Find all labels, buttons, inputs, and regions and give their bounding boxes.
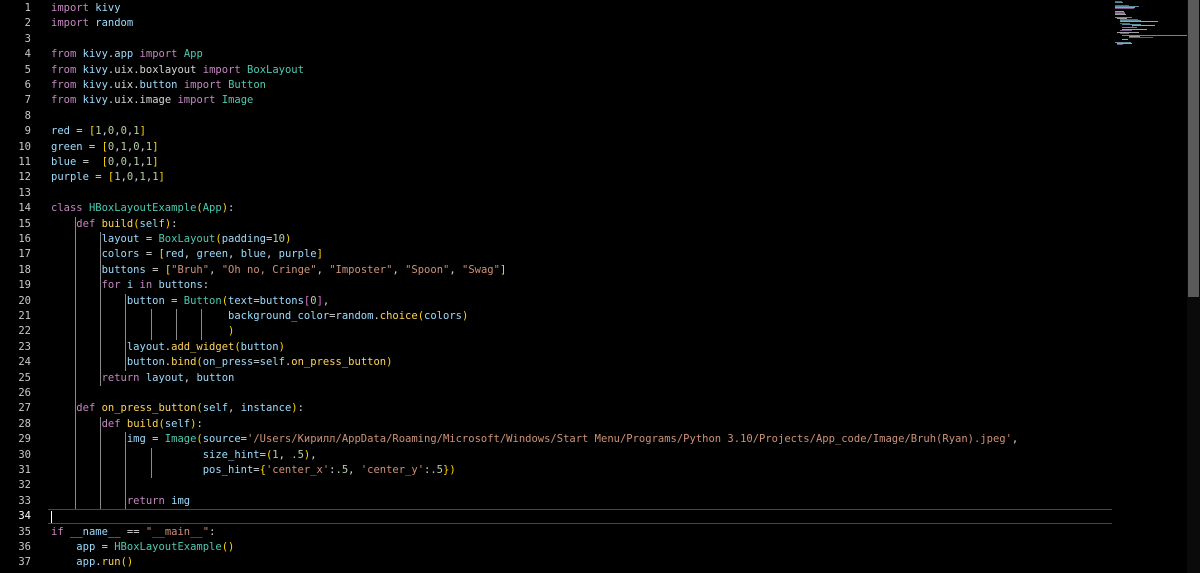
vertical-scrollbar[interactable] [1187, 0, 1200, 573]
minimap-line [1117, 44, 1123, 46]
code-line[interactable]: green = [0,1,0,1] [51, 140, 159, 155]
minimap-line [1115, 2, 1123, 4]
code-line[interactable]: size_hint=(1, .5), [51, 448, 317, 463]
line-number[interactable]: 8 [0, 109, 31, 124]
line-number[interactable]: 17 [0, 247, 31, 262]
line-number[interactable]: 26 [0, 386, 31, 401]
line-number[interactable]: 31 [0, 463, 31, 478]
line-number[interactable]: 6 [0, 78, 31, 93]
code-line[interactable]: from kivy.uix.boxlayout import BoxLayout [51, 63, 304, 78]
minimap-line [1115, 14, 1126, 16]
code-line[interactable]: return img [51, 494, 190, 509]
line-number[interactable]: 2 [0, 16, 31, 31]
line-number[interactable]: 22 [0, 324, 31, 339]
code-area[interactable]: import kivy import random from kivy.app im… [51, 0, 1111, 573]
code-line[interactable]: from kivy.uix.button import Button [51, 78, 266, 93]
code-line[interactable]: import random [51, 16, 133, 31]
line-number[interactable]: 27 [0, 401, 31, 416]
text-cursor [51, 511, 52, 523]
line-number[interactable]: 30 [0, 448, 31, 463]
code-line[interactable]: return layout, button [51, 371, 235, 386]
code-line[interactable]: button = Button(text=buttons[0], [51, 294, 329, 309]
line-number[interactable]: 36 [0, 540, 31, 555]
line-number[interactable]: 5 [0, 63, 31, 78]
code-line[interactable]: ) [51, 324, 234, 339]
code-line[interactable]: purple = [1,0,1,1] [51, 170, 165, 185]
code-line[interactable]: from kivy.app import App [51, 47, 203, 62]
code-line[interactable]: layout.add_widget(button) [51, 340, 285, 355]
code-line[interactable]: from kivy.uix.image import Image [51, 93, 253, 108]
code-line[interactable]: app.run() [51, 555, 133, 570]
line-number[interactable]: 3 [0, 32, 31, 47]
code-editor[interactable]: 1 2 3 4 5 6 7 8 9 10 11 12 13 14 15 16 17 18 19 20 21 22 23 24 2… [0, 0, 1200, 573]
minimap-line [1129, 37, 1154, 38]
line-number[interactable]: 1 [0, 1, 31, 16]
line-number[interactable]: 18 [0, 263, 31, 278]
code-line[interactable]: img = Image(source='/Users/Кирилл/AppDat… [51, 432, 1018, 447]
minimap-line [1115, 8, 1135, 10]
code-line[interactable]: layout = BoxLayout(padding=10) [51, 232, 292, 247]
minimap[interactable] [1113, 0, 1193, 573]
code-line[interactable]: app = HBoxLayoutExample() [51, 540, 234, 555]
line-number[interactable]: 20 [0, 294, 31, 309]
line-number[interactable]: 34 [0, 509, 31, 524]
line-number[interactable]: 9 [0, 124, 31, 139]
code-line[interactable]: background_color=random.choice(colors) [51, 309, 468, 324]
line-number[interactable]: 28 [0, 417, 31, 432]
code-line[interactable]: colors = [red, green, blue, purple] [51, 247, 323, 262]
line-number[interactable]: 33 [0, 494, 31, 509]
line-number[interactable]: 32 [0, 478, 31, 493]
code-line[interactable]: import kivy [51, 1, 121, 16]
code-line[interactable]: def build(self): [51, 217, 177, 232]
line-number[interactable]: 10 [0, 140, 31, 155]
line-number[interactable]: 14 [0, 201, 31, 216]
code-line[interactable]: for i in buttons: [51, 278, 210, 293]
code-line[interactable]: blue = [0,0,1,1] [51, 155, 159, 170]
code-line[interactable]: def build(self): [51, 417, 203, 432]
minimap-line [1131, 25, 1155, 26]
line-number-gutter[interactable]: 1 2 3 4 5 6 7 8 9 10 11 12 13 14 15 16 17 18 19 20 21 22 23 24 2… [0, 0, 38, 573]
code-line[interactable]: if __name__ == "__main__": [51, 525, 215, 540]
line-number[interactable]: 7 [0, 93, 31, 108]
line-number[interactable]: 15 [0, 217, 31, 232]
line-number[interactable]: 24 [0, 355, 31, 370]
line-number[interactable]: 11 [0, 155, 31, 170]
line-number[interactable]: 16 [0, 232, 31, 247]
line-number[interactable]: 37 [0, 555, 31, 570]
line-number[interactable]: 19 [0, 278, 31, 293]
code-line[interactable]: red = [1,0,0,1] [51, 124, 146, 139]
minimap-line [1122, 39, 1129, 41]
code-line[interactable]: button.bind(on_press=self.on_press_butto… [51, 355, 393, 370]
line-number[interactable]: 35 [0, 525, 31, 540]
code-line[interactable]: class HBoxLayoutExample(App): [51, 201, 234, 216]
line-number[interactable]: 25 [0, 371, 31, 386]
line-number[interactable]: 4 [0, 47, 31, 62]
line-number[interactable]: 23 [0, 340, 31, 355]
line-number[interactable]: 13 [0, 186, 31, 201]
scrollbar-thumb[interactable] [1188, 0, 1199, 297]
minimap-line [1119, 29, 1133, 31]
code-line[interactable]: def on_press_button(self, instance): [51, 401, 304, 416]
line-number[interactable]: 12 [0, 170, 31, 185]
line-number[interactable]: 29 [0, 432, 31, 447]
line-number[interactable]: 21 [0, 309, 31, 324]
code-line[interactable]: buttons = ["Bruh", "Oh no, Cringe", "Imp… [51, 263, 507, 278]
code-line[interactable]: pos_hint={'center_x':.5, 'center_y':.5}) [51, 463, 456, 478]
